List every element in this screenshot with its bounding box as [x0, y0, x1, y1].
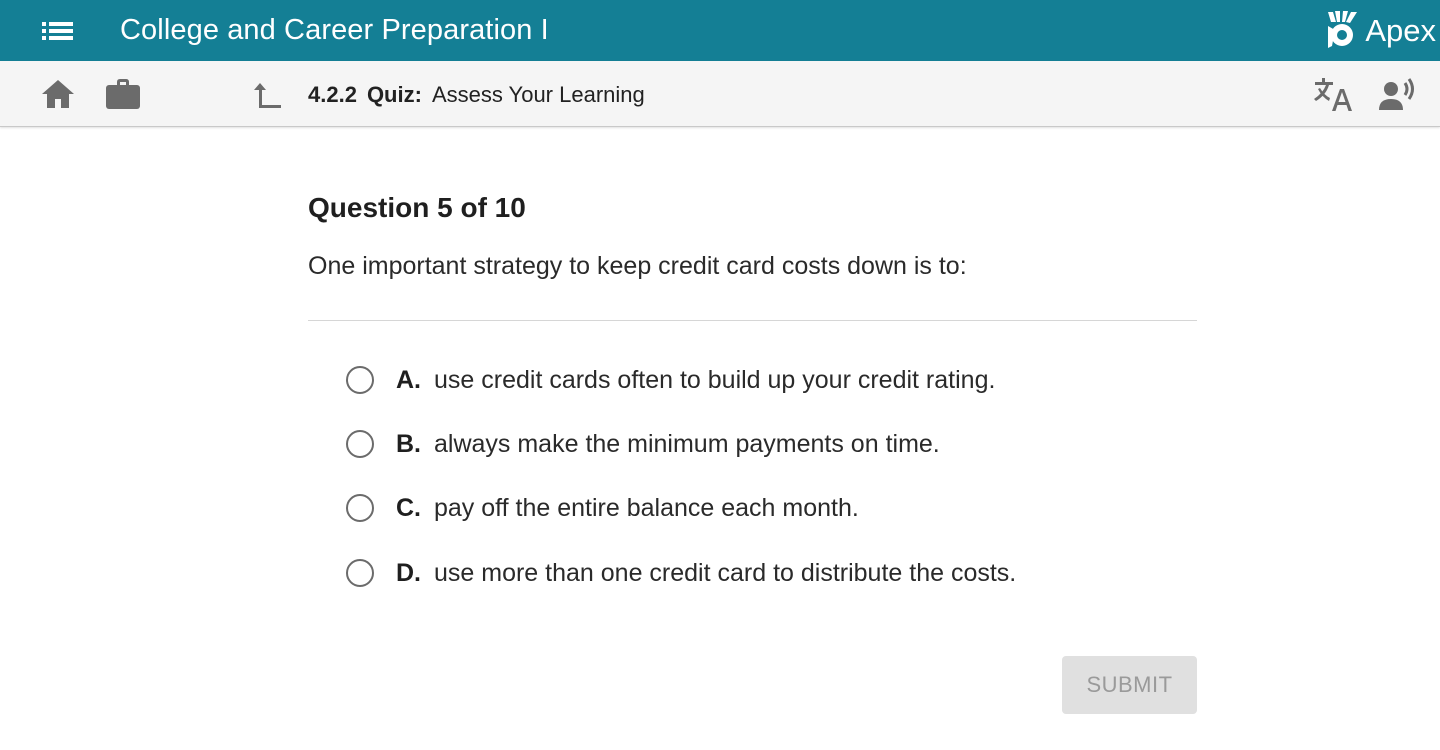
- radio-button[interactable]: [346, 494, 374, 522]
- activity-type: Quiz:: [366, 82, 422, 107]
- question-prompt: One important strategy to keep credit ca…: [308, 252, 967, 280]
- answer-option-b[interactable]: B. always make the minimum payments on t…: [346, 424, 940, 464]
- radio-button[interactable]: [346, 430, 374, 458]
- radio-button[interactable]: [346, 559, 374, 587]
- activity-number: 4.2.2: [308, 82, 357, 107]
- read-aloud-icon[interactable]: [1378, 77, 1418, 118]
- option-letter: C.: [396, 493, 421, 522]
- translate-icon[interactable]: [1313, 76, 1353, 119]
- breadcrumb: 4.2.2 Quiz: Assess Your Learning: [308, 82, 645, 108]
- option-letter: B.: [396, 429, 421, 458]
- briefcase-icon[interactable]: [104, 76, 142, 117]
- brand: Apex: [1325, 8, 1436, 54]
- answer-option-a[interactable]: A. use credit cards often to build up yo…: [346, 360, 995, 400]
- option-text: use more than one credit card to distrib…: [434, 558, 1017, 587]
- answer-option-c[interactable]: C. pay off the entire balance each month…: [346, 488, 859, 528]
- option-text: use credit cards often to build up your …: [434, 365, 996, 394]
- submit-button[interactable]: SUBMIT: [1062, 656, 1197, 714]
- home-icon[interactable]: [40, 77, 76, 116]
- divider: [308, 320, 1197, 321]
- option-letter: A.: [396, 365, 421, 394]
- option-text: always make the minimum payments on time…: [434, 429, 940, 458]
- list-menu-icon[interactable]: [38, 14, 78, 48]
- apex-logo-icon: [1325, 8, 1359, 55]
- radio-button[interactable]: [346, 366, 374, 394]
- course-title: College and Career Preparation I: [120, 14, 549, 46]
- activity-nav-bar: 4.2.2 Quiz: Assess Your Learning: [0, 61, 1440, 127]
- option-text: pay off the entire balance each month.: [434, 493, 859, 522]
- return-up-arrow-icon[interactable]: [252, 79, 284, 116]
- option-letter: D.: [396, 558, 421, 587]
- question-counter: Question 5 of 10: [308, 192, 526, 223]
- activity-title: Assess Your Learning: [431, 82, 645, 107]
- answer-option-d[interactable]: D. use more than one credit card to dist…: [346, 553, 1016, 593]
- top-bar: College and Career Preparation I Apex: [0, 0, 1440, 61]
- brand-name: Apex: [1365, 13, 1436, 48]
